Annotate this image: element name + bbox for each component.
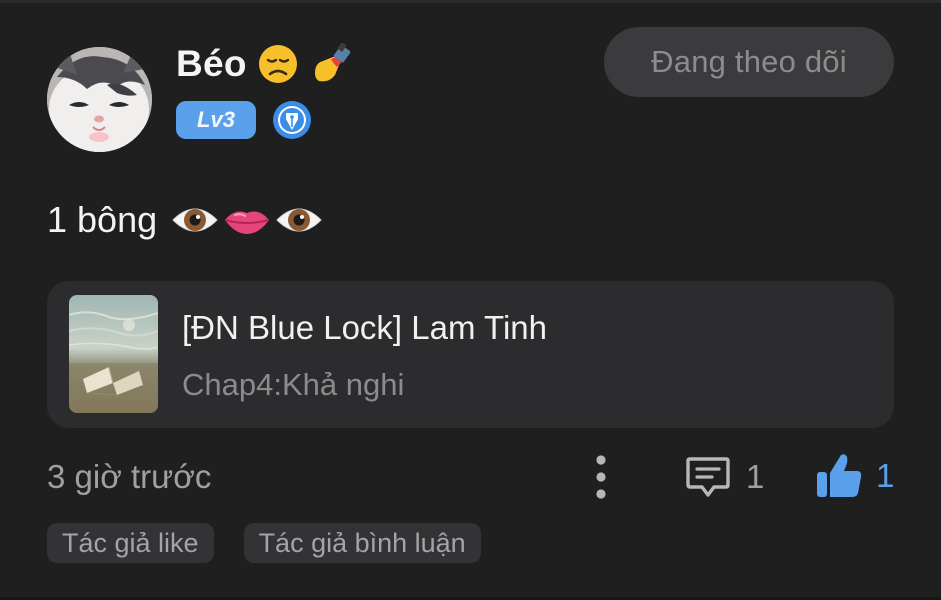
vertical-dots-icon [596,455,606,499]
post-text: 1 bông [47,199,158,240]
avatar-image [47,47,152,152]
following-button[interactable]: Đang theo dõi [604,27,894,97]
author-commented-tag: Tác giả bình luận [243,523,481,563]
like-button[interactable]: 1 [814,450,894,502]
thumbs-up-icon [814,451,864,501]
more-options-button[interactable] [586,452,616,502]
story-card[interactable]: [ĐN Blue Lock] Lam Tinh Chap4:Khả nghi [47,281,894,428]
avatar[interactable] [47,47,152,152]
nail-polish-icon [309,43,351,85]
badge-row: Lv3 [176,100,312,140]
comment-icon [684,453,732,501]
username[interactable]: Béo [176,43,247,85]
eye-icon [171,196,219,244]
disappointed-face-icon [257,43,299,85]
comment-count: 1 [746,458,765,495]
timestamp: 3 giờ trước [47,458,212,495]
level-badge: Lv3 [176,101,256,139]
username-row: Béo [176,40,351,88]
author-liked-tag: Tác giả like [47,523,214,563]
eye-icon [275,196,323,244]
like-count: 1 [876,457,895,494]
top-divider [0,0,941,3]
story-cover-image [69,295,158,413]
chapter-label: Chap4:Khả nghi [182,367,405,402]
post-content: 1 bông [47,194,323,246]
mouth-icon [223,196,271,244]
comment-button[interactable]: 1 [684,452,764,502]
pen-nib-icon [272,100,312,140]
tag-row: Tác giả like Tác giả bình luận [47,523,481,563]
story-title: [ĐN Blue Lock] Lam Tinh [182,309,547,346]
